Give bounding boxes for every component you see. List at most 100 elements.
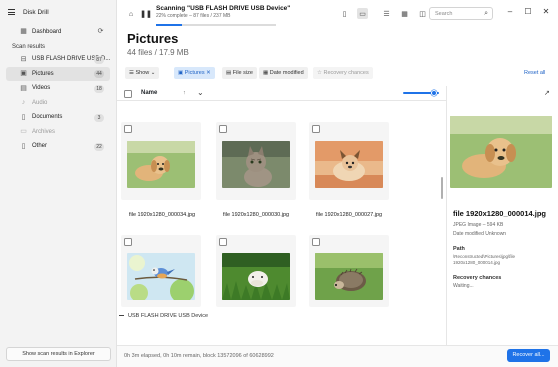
pause-icon[interactable]: ❚❚	[140, 8, 152, 20]
list-view-icon[interactable]: ☰	[381, 8, 392, 19]
open-external-icon[interactable]: ↗	[544, 89, 550, 97]
chevron-down-icon: ⌄	[150, 70, 156, 76]
calendar-icon: ▦	[263, 70, 269, 76]
file-checkbox[interactable]	[312, 125, 320, 133]
preview-date-modified: Date modified Unknown	[453, 231, 507, 237]
file-thumbnail	[315, 141, 383, 188]
folder-icon[interactable]: ▭	[357, 8, 368, 19]
preview-file-type: JPEG Image – 594 KB	[453, 222, 504, 228]
pictures-filter-chip[interactable]: ▣ Pictures ✕	[174, 67, 215, 79]
recovery-chances-heading: Recovery chances	[453, 275, 502, 281]
file-thumbnail	[222, 141, 290, 188]
device-group-label: USB FLASH DRIVE USB Device	[119, 313, 208, 319]
file-size-icon: ▤	[226, 70, 232, 76]
sidebar-item-archives[interactable]: ▭ Archives	[6, 125, 110, 139]
file-tile[interactable]	[121, 235, 201, 307]
drive-icon: ⊟	[20, 55, 27, 63]
count-badge: 87	[94, 55, 104, 64]
file-thumbnail	[127, 253, 195, 300]
list-header: Name ↑ ⌄	[117, 86, 447, 101]
sidebar-item-pictures[interactable]: ▣ Pictures 44	[6, 67, 110, 81]
scrollbar[interactable]	[441, 177, 443, 199]
page-subtitle: 44 files / 17.9 MB	[127, 48, 189, 57]
file-checkbox[interactable]	[219, 238, 227, 246]
preview-path: \Reconstructed\Pictures\jpg\file 1920x12…	[453, 254, 516, 265]
sidebar-item-audio[interactable]: ♪ Audio	[6, 96, 110, 110]
view-toolbar: ▯ ▭ ☰ ▦ ◫	[339, 8, 428, 19]
file-checkbox[interactable]	[124, 125, 132, 133]
file-checkbox[interactable]	[219, 125, 227, 133]
file-tile[interactable]	[121, 122, 201, 200]
file-checkbox[interactable]	[312, 238, 320, 246]
date-modified-filter-button[interactable]: ▦ Date modified	[259, 67, 308, 79]
name-column-header[interactable]: Name	[141, 90, 157, 96]
slider-knob[interactable]	[431, 89, 437, 96]
sidebar-item-usb-drive[interactable]: ⊟ USB FLASH DRIVE USB D... 87	[6, 53, 110, 67]
dashboard-icon: ▦	[20, 28, 27, 35]
file-tile[interactable]	[216, 122, 296, 200]
sort-indicator[interactable]: ↑	[183, 90, 186, 96]
scan-status: Scanning "USB FLASH DRIVE USB Device" 22…	[156, 5, 291, 26]
file-tile[interactable]	[216, 235, 296, 307]
close-icon[interactable]: ✕	[541, 7, 551, 16]
picture-icon: ▣	[20, 70, 27, 77]
file-checkbox[interactable]	[124, 238, 132, 246]
archive-icon: ▭	[20, 128, 27, 135]
scan-progress-bar	[156, 24, 276, 26]
count-badge: 3	[94, 113, 104, 122]
close-icon[interactable]: ✕	[206, 70, 211, 76]
sidebar: Disk Drill ▦ Dashboard ⟳ Scan results ⊟ …	[0, 0, 117, 367]
count-badge: 44	[94, 70, 104, 78]
show-filter-button[interactable]: ☰ Show ⌄	[125, 67, 160, 79]
sidebar-item-other[interactable]: ▯ Other 22	[6, 140, 110, 154]
audio-icon: ♪	[21, 99, 26, 106]
path-heading: Path	[453, 246, 465, 252]
recover-all-button[interactable]: Recover all...	[507, 349, 550, 362]
thumbnail-size-slider[interactable]	[403, 89, 439, 96]
search-icon: ⌕	[484, 10, 488, 17]
search-input[interactable]: Search ⌕	[429, 7, 493, 20]
picture-icon: ▣	[178, 70, 184, 76]
maximize-icon[interactable]: ☐	[523, 7, 533, 16]
file-thumbnail	[222, 253, 290, 300]
preview-panel: ↗ file 1920x1280_000014.jpg JPEG Image –…	[446, 86, 558, 345]
recovery-chances-value: Waiting...	[453, 283, 474, 289]
refresh-icon[interactable]: ⟳	[97, 28, 104, 35]
grid-view-icon[interactable]: ▦	[399, 8, 410, 19]
chevron-down-icon[interactable]: ⌄	[197, 88, 204, 97]
file-thumbnail	[315, 253, 383, 300]
file-name: file 1920x1280_000030.jpg	[223, 212, 290, 218]
reset-all-link[interactable]: Reset all	[524, 70, 545, 76]
scan-status-text: 0h 3m elapsed, 0h 10m remain, block 1357…	[124, 353, 274, 359]
app-title: Disk Drill	[23, 8, 49, 16]
menu-icon[interactable]	[8, 9, 15, 15]
count-badge: 22	[94, 142, 104, 151]
home-icon[interactable]: ⌂	[125, 8, 137, 20]
page-title: Pictures	[127, 31, 179, 46]
file-icon[interactable]: ▯	[339, 8, 350, 19]
file-size-filter-button[interactable]: ▤ File size	[222, 67, 257, 79]
file-name: file 1920x1280_000034.jpg	[129, 212, 196, 218]
sidebar-item-dashboard[interactable]: ▦ Dashboard ⟳	[6, 25, 110, 39]
preview-file-name: file 1920x1280_000014.jpg	[453, 209, 546, 218]
show-in-explorer-button[interactable]: Show scan results in Explorer	[6, 347, 111, 361]
preview-pane-icon[interactable]: ◫	[417, 8, 428, 19]
scan-results-heading: Scan results	[12, 43, 46, 50]
file-tile[interactable]	[309, 122, 389, 200]
file-name: file 1920x1280_000027.jpg	[316, 212, 383, 218]
minimize-icon[interactable]: –	[505, 7, 515, 16]
title-bar: ⌂ ❚❚ Scanning "USB FLASH DRIVE USB Devic…	[117, 0, 558, 27]
file-tile[interactable]	[309, 235, 389, 307]
other-icon: ▯	[21, 142, 26, 150]
scan-progress-text: 22% complete – 87 files / 237 MB	[156, 13, 231, 19]
show-icon: ☰	[129, 70, 134, 76]
scan-title: Scanning "USB FLASH DRIVE USB Device"	[156, 5, 291, 12]
sidebar-item-videos[interactable]: ▤ Videos 18	[6, 82, 110, 96]
sidebar-item-documents[interactable]: ▯ Documents 3	[6, 111, 110, 125]
recovery-chances-filter-button[interactable]: ☆ Recovery chances	[313, 67, 373, 79]
star-icon: ☆	[317, 70, 322, 76]
status-bar: 0h 3m elapsed, 0h 10m remain, block 1357…	[117, 345, 558, 367]
video-icon: ▤	[20, 84, 27, 92]
select-all-checkbox[interactable]	[124, 90, 132, 98]
preview-image	[450, 116, 552, 188]
